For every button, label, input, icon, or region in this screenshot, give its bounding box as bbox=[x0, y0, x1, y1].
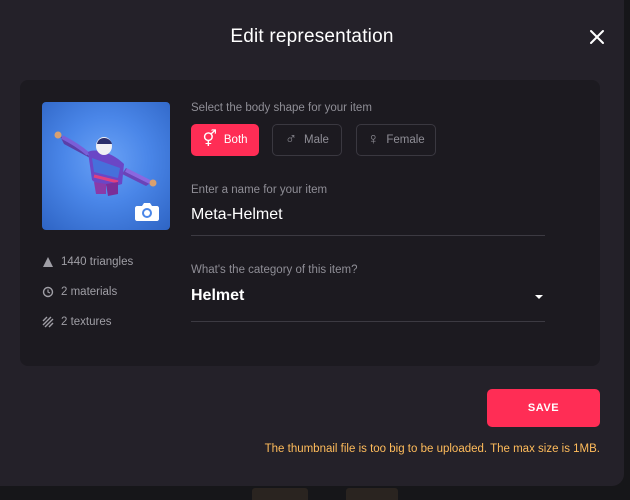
stat-label: 1440 triangles bbox=[61, 256, 134, 268]
modal-title: Edit representation bbox=[230, 26, 394, 47]
stat-triangles: 1440 triangles bbox=[42, 256, 133, 268]
name-input-underline bbox=[191, 235, 545, 236]
category-select[interactable]: Helmet bbox=[191, 287, 545, 305]
triangle-icon bbox=[43, 257, 53, 267]
body-shape-female-button[interactable]: ♀ Female bbox=[356, 124, 436, 156]
backdrop-shape bbox=[346, 488, 398, 500]
stat-materials: 2 materials bbox=[42, 286, 117, 298]
chevron-down-icon[interactable] bbox=[535, 295, 543, 299]
name-input[interactable]: Meta-Helmet bbox=[191, 206, 283, 224]
female-icon: ♀ bbox=[367, 131, 380, 148]
edit-card: 1440 triangles 2 materials 2 textures Se… bbox=[20, 80, 600, 366]
close-icon bbox=[590, 30, 604, 44]
body-shape-option-label: Female bbox=[386, 134, 425, 146]
stat-label: 2 materials bbox=[61, 286, 118, 298]
stat-label: 2 textures bbox=[61, 316, 112, 328]
category-field-label: What's the category of this item? bbox=[191, 264, 358, 276]
both-gender-icon: ⚥ bbox=[202, 131, 217, 148]
body-shape-option-label: Both bbox=[223, 134, 248, 146]
body-shape-label: Select the body shape for your item bbox=[191, 102, 372, 114]
item-thumbnail bbox=[42, 102, 170, 230]
close-button[interactable] bbox=[584, 24, 610, 50]
category-select-underline bbox=[191, 321, 545, 322]
backdrop-shape bbox=[252, 488, 308, 500]
body-shape-option-label: Male bbox=[304, 134, 329, 146]
save-button[interactable]: SAVE bbox=[487, 389, 600, 427]
category-select-value: Helmet bbox=[191, 287, 245, 304]
body-shape-both-button[interactable]: ⚥ Both bbox=[191, 124, 259, 156]
change-thumbnail-button[interactable] bbox=[134, 200, 160, 222]
stat-textures: 2 textures bbox=[42, 316, 112, 328]
textures-icon bbox=[42, 316, 54, 328]
name-field-label: Enter a name for your item bbox=[191, 184, 328, 196]
edit-representation-modal: Edit representation 1440 triangles 2 mat… bbox=[0, 0, 624, 486]
camera-icon bbox=[135, 203, 159, 221]
materials-icon bbox=[42, 286, 54, 298]
body-shape-male-button[interactable]: ♂ Male bbox=[272, 124, 342, 156]
male-icon: ♂ bbox=[285, 131, 298, 148]
thumbnail-error-message: The thumbnail file is too big to be uplo… bbox=[264, 443, 600, 455]
